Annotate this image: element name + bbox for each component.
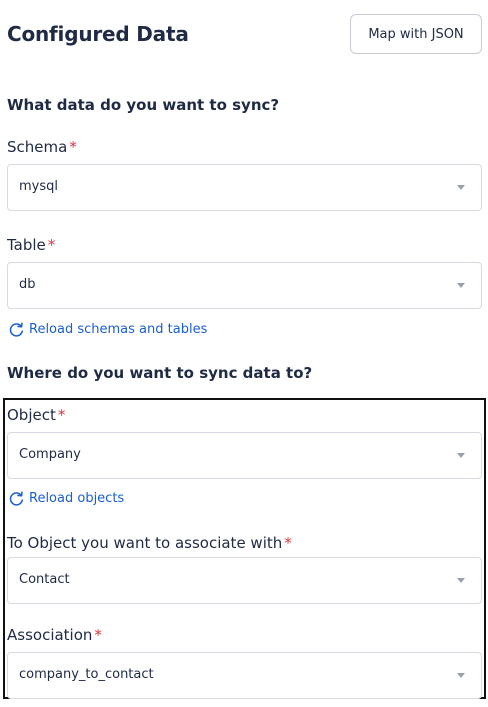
destination-section-heading: Where do you want to sync data to? [7, 364, 313, 382]
caret-down-icon [457, 578, 465, 583]
map-with-json-button[interactable]: Map with JSON [350, 14, 482, 54]
object-select[interactable]: Company [7, 432, 482, 479]
required-mark: * [94, 626, 102, 644]
required-mark: * [47, 236, 56, 254]
reload-objects-label: Reload objects [29, 491, 125, 506]
table-select[interactable]: db [7, 262, 482, 309]
reload-schemas-link[interactable]: Reload schemas and tables [8, 321, 207, 338]
schema-label: Schema * [7, 138, 77, 156]
caret-down-icon [457, 453, 465, 458]
to-object-label: To Object you want to associate with * [7, 534, 292, 552]
required-mark: * [57, 406, 66, 424]
source-section-heading: What data do you want to sync? [7, 96, 280, 114]
to-object-select-value: Contact [19, 572, 70, 587]
to-object-select[interactable]: Contact [7, 557, 482, 604]
reload-schemas-label: Reload schemas and tables [29, 322, 208, 337]
required-mark: * [284, 534, 292, 552]
reload-objects-link[interactable]: Reload objects [8, 490, 124, 507]
refresh-icon [9, 491, 24, 506]
page-title: Configured Data [7, 22, 189, 46]
refresh-icon [9, 322, 24, 337]
table-select-value: db [19, 277, 36, 292]
object-select-value: Company [19, 447, 81, 462]
header: Configured Data Map with JSON [7, 14, 482, 54]
caret-down-icon [457, 283, 465, 288]
object-label: Object * [7, 406, 66, 424]
association-label: Association * [7, 626, 102, 644]
caret-down-icon [457, 673, 465, 678]
schema-select-value: mysql [19, 179, 58, 194]
schema-select[interactable]: mysql [7, 164, 482, 211]
association-select-value: company_to_contact [19, 667, 154, 682]
association-select[interactable]: company_to_contact [7, 652, 482, 699]
table-label: Table * [7, 236, 56, 254]
caret-down-icon [457, 185, 465, 190]
required-mark: * [69, 138, 77, 156]
